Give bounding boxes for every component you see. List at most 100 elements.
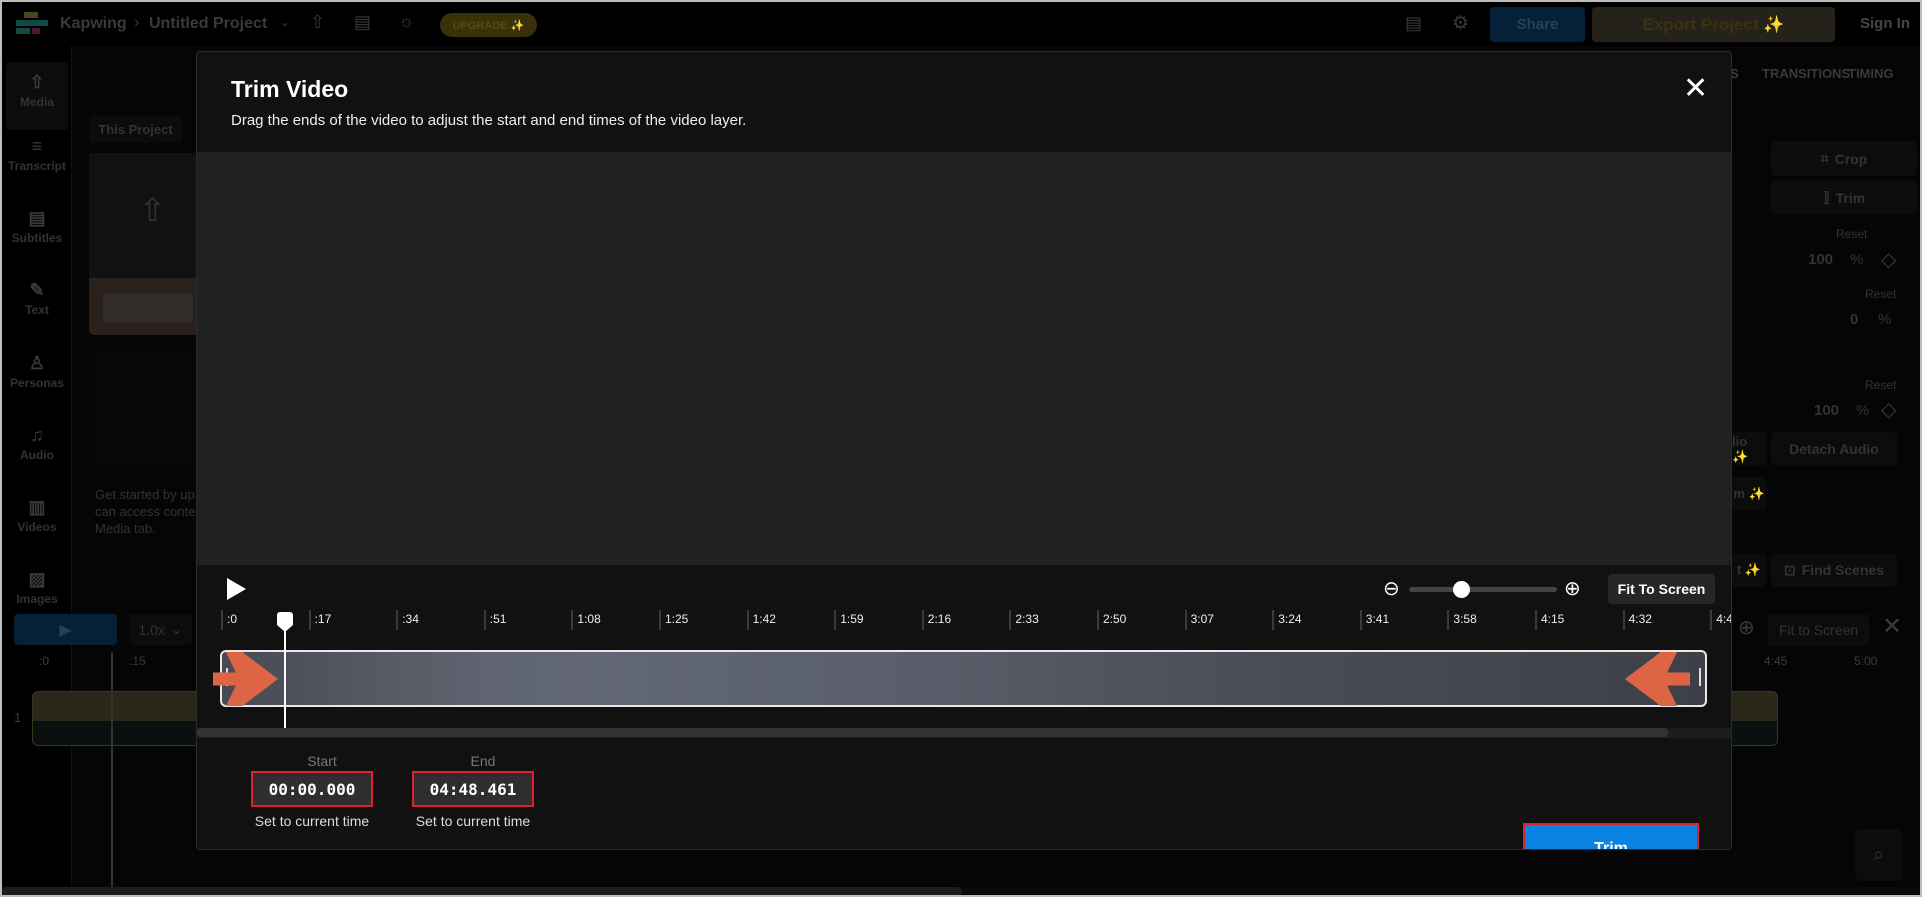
sidebar-item-subtitles[interactable]: ▤ Subtitles: [6, 208, 68, 245]
kapwing-editor: Kapwing › Untitled Project ⌄ ⇧ ▤ ☼ UPGRA…: [0, 0, 1922, 897]
trim-button[interactable]: Trim: [1523, 823, 1699, 849]
percent-unit: %: [1878, 311, 1892, 328]
rounding-value[interactable]: 0: [1850, 311, 1858, 328]
brand-name[interactable]: Kapwing: [60, 15, 127, 33]
start-time-input[interactable]: 00:00.000: [251, 771, 373, 807]
top-bar: Kapwing › Untitled Project ⌄ ⇧ ▤ ☼ UPGRA…: [2, 2, 1920, 46]
sidebar-item-label: Personas: [9, 376, 65, 390]
end-time-input[interactable]: 04:48.461: [412, 771, 534, 807]
reset-link[interactable]: Reset: [1865, 287, 1896, 301]
trim-video-modal: Trim Video Drag the ends of the video to…: [196, 51, 1732, 850]
fit-to-screen-button[interactable]: Fit To Screen: [1608, 574, 1715, 604]
timeline-scrollbar[interactable]: [197, 728, 1731, 737]
page-scrollbar-thumb[interactable]: [2, 887, 962, 895]
detach-audio-button[interactable]: Detach Audio: [1771, 432, 1897, 466]
timeline-scrollbar-thumb[interactable]: [197, 728, 1668, 737]
ruler-tick: 1:25: [659, 610, 688, 630]
sidebar-item-label: Audio: [20, 448, 54, 462]
ruler-tick: 2:16: [921, 610, 951, 630]
zoom-in-icon[interactable]: ⊕: [1738, 615, 1755, 640]
upload-icon: ⇧: [139, 192, 166, 228]
ruler-label: 5:00: [1854, 654, 1878, 668]
chevron-down-icon[interactable]: ⌄: [280, 15, 290, 29]
opacity-value[interactable]: 100: [1808, 251, 1833, 268]
trim-panel-button[interactable]: ⟧ Trim: [1771, 180, 1917, 215]
ruler-tick: 3:58: [1447, 610, 1477, 630]
upload-icon[interactable]: ⇧: [310, 12, 325, 33]
sidebar-item-transcript[interactable]: ≡ Transcript: [6, 136, 68, 173]
tab-timing[interactable]: TIMING: [1848, 66, 1894, 81]
upload-card[interactable]: ⇧: [89, 153, 199, 335]
transcript-icon: ≡: [31, 136, 43, 156]
zoom-out-icon[interactable]: ⊖: [1383, 576, 1400, 601]
project-title[interactable]: Untitled Project: [149, 15, 267, 33]
ruler-tick: 2:50: [1097, 610, 1126, 630]
set-start-current-time[interactable]: Set to current time: [232, 813, 392, 829]
sidebar-item-text[interactable]: ✎ Text: [6, 280, 68, 317]
play-icon: ▶: [59, 621, 72, 639]
subtitles-icon: ▤: [28, 208, 46, 228]
sign-in-link[interactable]: Sign In: [1860, 15, 1910, 32]
sidebar-item-label: Videos: [17, 520, 57, 534]
timeline-fit-to-screen-button[interactable]: Fit to Screen: [1768, 614, 1869, 646]
play-icon[interactable]: [227, 578, 246, 600]
ruler-tick: 1:42: [746, 610, 776, 630]
zoom-slider[interactable]: [1409, 581, 1557, 598]
keyframe-diamond-icon[interactable]: ◇: [1881, 247, 1896, 272]
trim-track[interactable]: [220, 650, 1707, 707]
sidebar-item-images[interactable]: ▨ Images: [6, 569, 68, 606]
breadcrumb-chevron-icon: ›: [134, 14, 140, 31]
sidebar-item-personas[interactable]: ♙ Personas: [6, 353, 68, 390]
keyframe-diamond-icon[interactable]: ◇: [1881, 397, 1896, 422]
trim-label: Trim: [1835, 189, 1866, 206]
text-icon: ✎: [29, 280, 45, 300]
lightbulb-icon[interactable]: ☼: [398, 11, 415, 32]
zoom-slider-knob[interactable]: [1452, 581, 1470, 598]
ruler-tick: 1:59: [834, 610, 864, 630]
set-end-current-time[interactable]: Set to current time: [393, 813, 553, 829]
reset-link[interactable]: Reset: [1865, 378, 1896, 392]
this-project-button[interactable]: This Project: [89, 116, 182, 143]
export-project-button[interactable]: Export Project ✨: [1592, 7, 1835, 42]
zoom-in-icon[interactable]: ⊕: [1564, 576, 1581, 601]
sidebar-item-videos[interactable]: ▥ Videos: [6, 497, 68, 534]
tab-transitions[interactable]: TRANSITIONS: [1762, 66, 1850, 81]
find-scenes-button[interactable]: ⊡ Find Scenes: [1771, 553, 1897, 587]
close-timeline-icon[interactable]: ✕: [1882, 612, 1902, 641]
media-drop-area: [89, 352, 199, 467]
sidebar-item-media[interactable]: ⇧ Media: [6, 62, 68, 130]
sidebar-item-audio[interactable]: ♫ Audio: [6, 425, 68, 462]
ruler-label: :15: [129, 654, 146, 668]
speed-select[interactable]: 1.0x ⌄: [129, 614, 192, 645]
trim-footer: Start 00:00.000 Set to current time End …: [197, 737, 1731, 849]
close-icon[interactable]: ✕: [1683, 74, 1708, 104]
sidebar-item-label: Transcript: [7, 159, 67, 173]
start-label: Start: [307, 753, 337, 769]
reset-link[interactable]: Reset: [1836, 227, 1867, 241]
upload-button[interactable]: [103, 293, 193, 323]
crop-label: Crop: [1834, 150, 1868, 167]
clean-audio-button[interactable]: lio ✨: [1732, 432, 1766, 466]
search-button[interactable]: ⌕: [1855, 829, 1902, 881]
gear-icon[interactable]: ⚙: [1452, 12, 1469, 35]
captions-icon[interactable]: ▤: [354, 12, 371, 33]
smart-button[interactable]: m ✨: [1732, 477, 1766, 511]
end-label: End: [470, 753, 496, 769]
timeline-playhead[interactable]: [111, 652, 113, 892]
media-hint: Get started by up can access conte Media…: [95, 487, 196, 536]
comments-icon[interactable]: ▤: [1405, 13, 1422, 34]
upgrade-button[interactable]: UPGRADE ✨: [440, 13, 537, 37]
volume-value[interactable]: 100: [1814, 402, 1839, 419]
modal-subtitle: Drag the ends of the video to adjust the…: [231, 112, 747, 129]
ruler-tick: :51: [483, 610, 506, 630]
smart-cut-button[interactable]: t ✨: [1732, 553, 1766, 587]
page-scrollbar[interactable]: [2, 887, 1920, 895]
crop-button[interactable]: ⌗ Crop: [1771, 141, 1917, 176]
ruler-tick: :0: [221, 610, 237, 630]
ruler-label: 4:45: [1764, 654, 1788, 668]
timeline-play-button[interactable]: ▶: [14, 614, 117, 645]
speed-value: 1.0x: [138, 621, 165, 638]
end-trim-handle[interactable]: [1699, 668, 1701, 686]
share-button[interactable]: Share: [1490, 7, 1585, 42]
video-preview: [197, 152, 1731, 565]
